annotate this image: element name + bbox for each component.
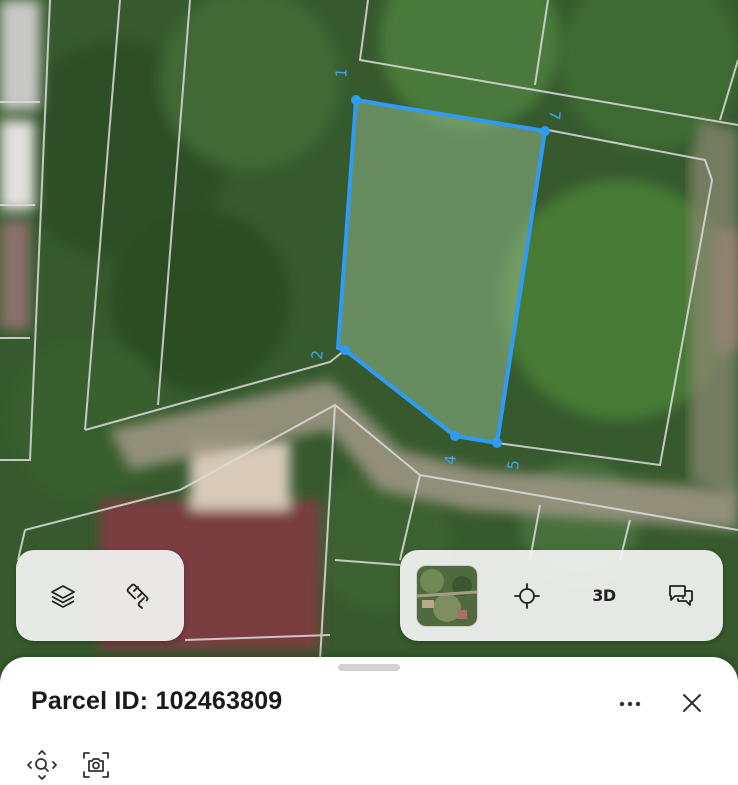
vertex-label: 5 (504, 459, 523, 470)
vertex-point (492, 438, 502, 448)
road-east (690, 120, 738, 500)
3d-label: 3D (592, 586, 616, 605)
more-options-button[interactable] (612, 689, 648, 719)
vertex-point (351, 95, 361, 105)
chat-bubble-icon (669, 584, 693, 606)
satellite-thumbnail[interactable] (416, 564, 478, 627)
layers-icon (51, 584, 75, 608)
zoom-to-parcel-button[interactable] (27, 750, 57, 780)
crosshair-icon (514, 582, 540, 609)
vertex-point (540, 126, 550, 136)
vertex-label: 7 (545, 110, 564, 121)
more-horizontal-icon (619, 701, 641, 707)
sheet-drag-handle[interactable] (338, 664, 400, 671)
vertex-label: 4 (441, 454, 460, 465)
feedback-button[interactable] (653, 568, 709, 624)
view-options-toolbar: 3D (400, 550, 723, 641)
measure-button[interactable] (109, 568, 165, 624)
map-tools-toolbar (16, 550, 184, 641)
vertex-point (340, 345, 350, 355)
3d-toggle-button[interactable]: 3D (576, 568, 632, 624)
close-button[interactable] (676, 687, 708, 719)
vertex-label: 2 (308, 349, 327, 360)
satellite-thumbnail-image (417, 565, 477, 626)
layers-button[interactable] (35, 568, 91, 624)
close-icon (683, 694, 701, 712)
parcel-info-sheet: Parcel ID: 102463809 (0, 657, 738, 785)
parcel-id-title: Parcel ID: 102463809 (31, 687, 283, 715)
vertex-point (450, 431, 460, 441)
screenshot-button[interactable] (81, 750, 111, 780)
zoom-to-icon (27, 750, 57, 780)
locate-button[interactable] (499, 568, 555, 624)
screenshot-icon (83, 752, 109, 778)
vertex-label: 1 (332, 67, 351, 78)
ruler-icon (126, 583, 149, 609)
